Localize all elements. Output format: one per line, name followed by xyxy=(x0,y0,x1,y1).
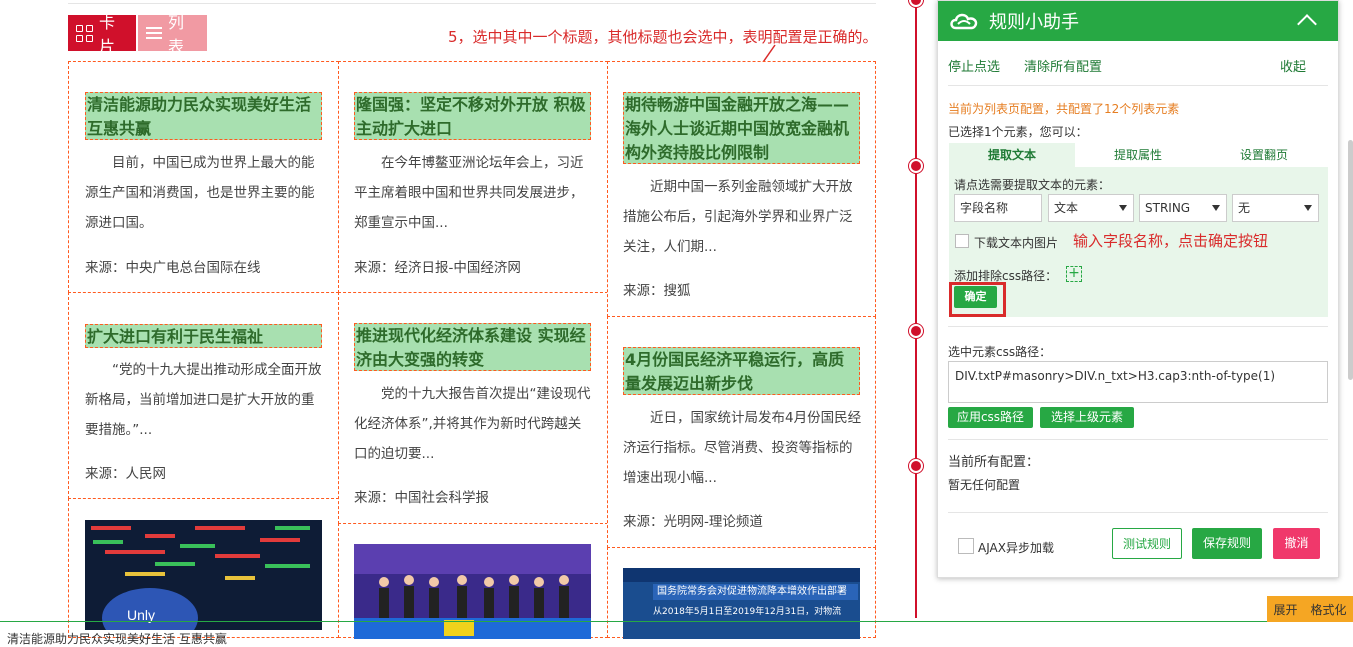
panel-title: 规则小助手 xyxy=(989,12,1079,33)
article-source: 来源：经济日报-中国经济网 xyxy=(354,260,521,276)
image-sub-text: 从2018年5月1日至2019年12月31日，对物流 xyxy=(653,607,842,617)
select-parent-button[interactable]: 选择上级元素 xyxy=(1040,407,1134,428)
article-summary: 近期中国一系列金融领域扩大开放措施公布后，引起海外学界和业界广泛关注，人们期..… xyxy=(623,179,853,255)
expand-button[interactable]: 展开 xyxy=(1273,601,1297,618)
article-title[interactable]: 推进现代化经济体系建设 实现经济由大变强的转变 xyxy=(354,323,591,371)
image-banner-text: 国务院常务会对促进物流降本增效作出部署 xyxy=(653,584,858,600)
type-select[interactable]: 文本 xyxy=(1048,194,1134,222)
timeline-dot xyxy=(909,159,923,173)
timeline-dot xyxy=(909,324,923,338)
ajax-label: AJAX异步加载 xyxy=(978,541,1054,555)
timeline-dot xyxy=(909,459,923,473)
all-configs-label: 当前所有配置： xyxy=(948,455,1040,470)
field-name-input[interactable]: 字段名称 xyxy=(954,194,1042,222)
article-card[interactable]: 推进现代化经济体系建设 实现经济由大变强的转变 党的十九大报告首次提出“建设现代… xyxy=(338,292,608,524)
timeline-line xyxy=(915,0,917,618)
article-card[interactable]: 期待畅游中国金融开放之海——海外人士谈近期中国放宽金融机构外资持股比例限制 近期… xyxy=(607,61,876,317)
article-title[interactable]: 扩大进口有利于民生福祉 xyxy=(85,324,322,348)
save-rule-button[interactable]: 保存规则 xyxy=(1192,528,1262,559)
datatype-select[interactable]: STRING xyxy=(1139,194,1227,222)
css-path-label: 选中元素css路径： xyxy=(948,345,1052,359)
css-path-textarea[interactable]: DIV.txtP#masonry>DIV.n_txt>H3.cap3:nth-o… xyxy=(948,361,1328,403)
stock-board-image: Unly xyxy=(85,520,322,630)
format-select[interactable]: 无 xyxy=(1232,194,1319,222)
datatype-select-value: STRING xyxy=(1145,201,1191,215)
tab-extract-text[interactable]: 提取文本 xyxy=(949,143,1075,167)
article-source: 来源：中央广电总台国际在线 xyxy=(85,260,261,276)
article-summary: 在今年博鳌亚洲论坛年会上，习近平主席着眼中国和世界共同发展进步，郑重宣示中国..… xyxy=(354,155,584,231)
article-card[interactable]: Unly xyxy=(68,498,339,638)
collapse-link[interactable]: 收起 xyxy=(1280,56,1306,75)
article-source: 来源：人民网 xyxy=(85,466,166,482)
caret-down-icon xyxy=(1119,205,1127,211)
selected-count: 已选择1个元素，您可以： xyxy=(948,125,1088,139)
select-prompt: 请点选需要提取文本的元素： xyxy=(954,178,1111,192)
article-source: 来源：搜狐 xyxy=(623,283,691,299)
article-title[interactable]: 隆国强：坚定不移对外开放 积极主动扩大进口 xyxy=(354,92,591,140)
no-config-text: 暂无任何配置 xyxy=(948,478,1021,492)
article-title[interactable]: 4月份国民经济平稳运行，高质量发展迈出新步伐 xyxy=(623,347,860,395)
article-title[interactable]: 清洁能源助力民众实现美好生活 互惠共赢 xyxy=(85,92,322,140)
article-card[interactable]: 4月份国民经济平稳运行，高质量发展迈出新步伐 近日，国家统计局发布4月份国民经济… xyxy=(607,316,876,548)
config-summary: 当前为列表页配置，共配置了12个列表元素 xyxy=(948,102,1180,116)
apply-css-button[interactable]: 应用css路径 xyxy=(948,407,1033,428)
article-image-stock-market[interactable]: Unly xyxy=(85,520,322,630)
cancel-button[interactable]: 撤消 xyxy=(1273,528,1320,559)
selected-text-preview: 清洁能源助力民众实现美好生活 互惠共赢 xyxy=(7,632,227,646)
tab-pagination[interactable]: 设置翻页 xyxy=(1201,143,1327,167)
annotation-field-hint: 输入字段名称，点击确定按钮 xyxy=(1073,232,1269,250)
article-summary: 党的十九大报告首次提出“建设现代化经济体系”,并将其作为新时代跨越关口的迫切要.… xyxy=(354,386,591,462)
type-select-value: 文本 xyxy=(1054,201,1079,215)
article-summary: 目前，中国已成为世界上最大的能源生产国和消费国，也是世界主要的能源进口国。 xyxy=(85,155,315,231)
article-source: 来源：光明网-理论频道 xyxy=(623,514,763,530)
divider xyxy=(948,512,1328,513)
article-summary: “党的十九大提出推动形成全面开放新格局，当前增加进口是扩大开放的重要措施。”..… xyxy=(85,362,322,438)
download-images-label: 下载文本内图片 xyxy=(974,236,1059,250)
extract-tabs: 提取文本 提取属性 设置翻页 xyxy=(949,143,1328,167)
chevron-up-icon[interactable] xyxy=(1297,14,1317,34)
format-toolbar: 展开 格式化 xyxy=(1267,596,1353,622)
article-card[interactable]: 清洁能源助力民众实现美好生活 互惠共赢 目前，中国已成为世界上最大的能源生产国和… xyxy=(68,61,339,293)
confirm-highlight-box xyxy=(949,282,1006,317)
divider xyxy=(948,439,1328,440)
stop-select-link[interactable]: 停止点选 xyxy=(948,56,1000,75)
tab-extract-attr[interactable]: 提取属性 xyxy=(1075,143,1201,167)
article-card[interactable]: 隆国强：坚定不移对外开放 积极主动扩大进口 在今年博鳌亚洲论坛年会上，习近平主席… xyxy=(338,61,608,293)
format-select-value: 无 xyxy=(1238,201,1251,215)
ajax-checkbox[interactable] xyxy=(958,538,974,554)
clear-config-link[interactable]: 清除所有配置 xyxy=(1024,56,1102,75)
scrollbar[interactable] xyxy=(1348,140,1353,380)
article-image-event[interactable] xyxy=(354,544,591,639)
divider xyxy=(948,326,1328,327)
download-images-checkbox[interactable] xyxy=(955,234,969,248)
add-exclude-css-button[interactable]: + xyxy=(1066,266,1082,282)
article-source: 来源：中国社会科学报 xyxy=(354,490,489,506)
article-summary: 近日，国家统计局发布4月份国民经济运行指标。尽管消费、投资等指标的增速出现小幅.… xyxy=(623,410,862,486)
cloud-icon xyxy=(950,13,978,30)
format-button[interactable]: 格式化 xyxy=(1310,601,1346,618)
article-image-logistics[interactable]: 国务院常务会对促进物流降本增效作出部署 从2018年5月1日至2019年12月3… xyxy=(623,568,860,639)
article-card[interactable]: 国务院常务会对促进物流降本增效作出部署 从2018年5月1日至2019年12月3… xyxy=(607,547,876,639)
image-top-band xyxy=(623,568,860,582)
divider xyxy=(948,85,1328,86)
caret-down-icon xyxy=(1212,205,1220,211)
test-rule-button[interactable]: 测试规则 xyxy=(1112,528,1182,559)
event-photo-image xyxy=(354,544,591,639)
bottom-divider xyxy=(0,621,1353,622)
article-card[interactable]: 扩大进口有利于民生福祉 “党的十九大提出推动形成全面开放新格局，当前增加进口是扩… xyxy=(68,292,339,499)
article-title-selected[interactable]: 期待畅游中国金融开放之海——海外人士谈近期中国放宽金融机构外资持股比例限制 xyxy=(623,92,860,164)
panel-header[interactable]: 规则小助手 xyxy=(938,1,1338,41)
caret-down-icon xyxy=(1304,205,1312,211)
